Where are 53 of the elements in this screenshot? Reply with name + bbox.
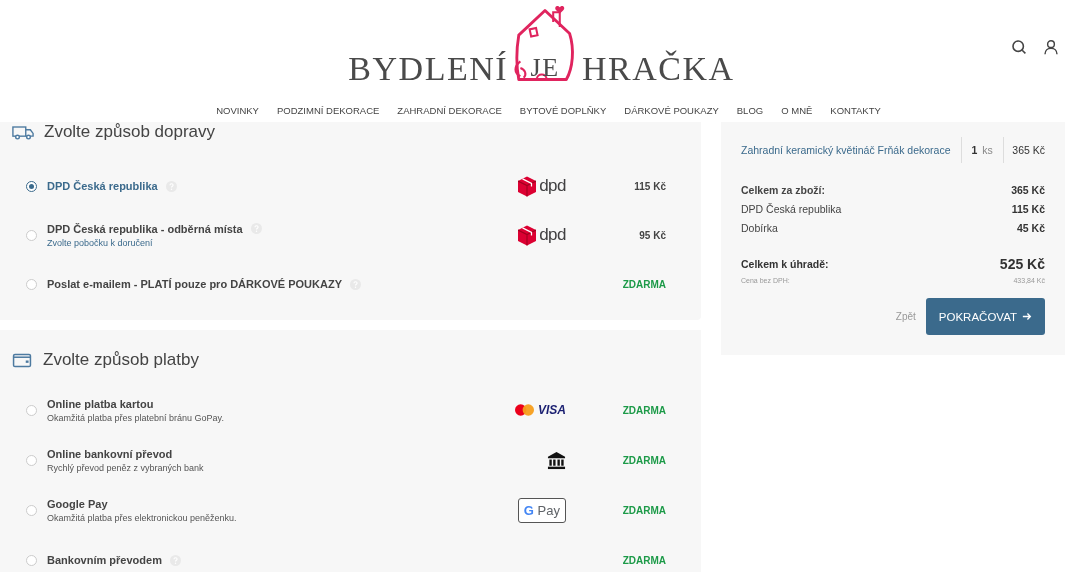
- option-label[interactable]: Google Pay: [47, 497, 108, 510]
- summary-label: DPD Česká republika: [741, 203, 842, 215]
- price: 115 Kč: [633, 180, 666, 192]
- continue-button[interactable]: POKRAČOVAT: [925, 298, 1045, 335]
- google-pay-logo: G Pay: [517, 497, 566, 523]
- option-label[interactable]: DPD Česká republika - odběrná místa: [47, 222, 243, 235]
- option-description: Rychlý převod peněz z vybraných bank: [47, 462, 205, 473]
- section-title: Zvolte způsob platby: [43, 350, 199, 370]
- wallet-icon: [11, 352, 33, 368]
- price: ZDARMA: [621, 404, 666, 416]
- total-value: 525 Kč: [999, 256, 1045, 272]
- user-icon[interactable]: [1043, 39, 1059, 55]
- option-label[interactable]: Poslat e-mailem - PLATÍ pouze pro DÁRKOVÉ POUKAZY: [47, 278, 342, 290]
- nav-link[interactable]: BLOG: [727, 103, 773, 118]
- option-label[interactable]: DPD Česká republika: [47, 180, 158, 192]
- summary-value: 115 Kč: [1011, 203, 1045, 215]
- price: ZDARMA: [621, 454, 666, 466]
- summary-value: 365 Kč: [1011, 184, 1045, 196]
- dpd-logo: dpd: [518, 175, 566, 197]
- nav-link[interactable]: KONTAKTY: [821, 103, 890, 118]
- site-logo[interactable]: BYDLENÍ JE HRAČKA: [348, 4, 735, 96]
- choose-branch-link[interactable]: Zvolte pobočku k doručení: [47, 237, 431, 248]
- price: ZDARMA: [621, 504, 666, 516]
- option-label[interactable]: Bankovním převodem: [47, 554, 162, 566]
- option-label[interactable]: Online platba kartou: [47, 397, 154, 410]
- option-description: Okamžitá platba přes platební bránu GoPay.: [47, 412, 225, 423]
- unit: ks: [982, 144, 993, 156]
- item-price: 365 Kč: [1012, 144, 1045, 156]
- nav-link[interactable]: PODZIMNÍ DEKORACE: [267, 103, 389, 118]
- visa-logo: VISA: [538, 403, 566, 417]
- nav-link[interactable]: NOVINKY: [207, 103, 268, 118]
- price: ZDARMA: [621, 554, 666, 566]
- radio-button[interactable]: [26, 180, 37, 192]
- quantity: 1: [971, 144, 978, 156]
- arrow-icon: [1022, 312, 1032, 321]
- summary-value: 45 Kč: [1016, 222, 1045, 234]
- total-label: Celkem k úhradě:: [741, 258, 829, 270]
- card-circles-icon: [515, 404, 534, 416]
- nav-link[interactable]: ZAHRADNÍ DEKORACE: [388, 103, 511, 118]
- option-label[interactable]: Online bankovní převod: [47, 447, 173, 460]
- summary-label: Dobírka: [741, 222, 778, 234]
- summary-label: Celkem za zboží:: [741, 184, 826, 196]
- nav-link[interactable]: DÁRKOVÉ POUKAZY: [615, 103, 728, 118]
- price: ZDARMA: [621, 278, 666, 290]
- option-description: Okamžitá platba přes elektronickou peněženku.: [47, 512, 238, 523]
- search-icon[interactable]: [1011, 39, 1027, 55]
- section-title: Zvolte způsob dopravy: [44, 122, 216, 142]
- nav-link[interactable]: O MNĚ: [772, 103, 822, 118]
- product-link[interactable]: Zahradní keramický květináč Frňák dekorace: [741, 144, 961, 156]
- price: 95 Kč: [638, 229, 666, 241]
- dpd-logo: dpd: [518, 224, 566, 246]
- nav-link[interactable]: BYTOVÉ DOPLŇKY: [510, 103, 616, 118]
- bank-icon: [547, 450, 566, 470]
